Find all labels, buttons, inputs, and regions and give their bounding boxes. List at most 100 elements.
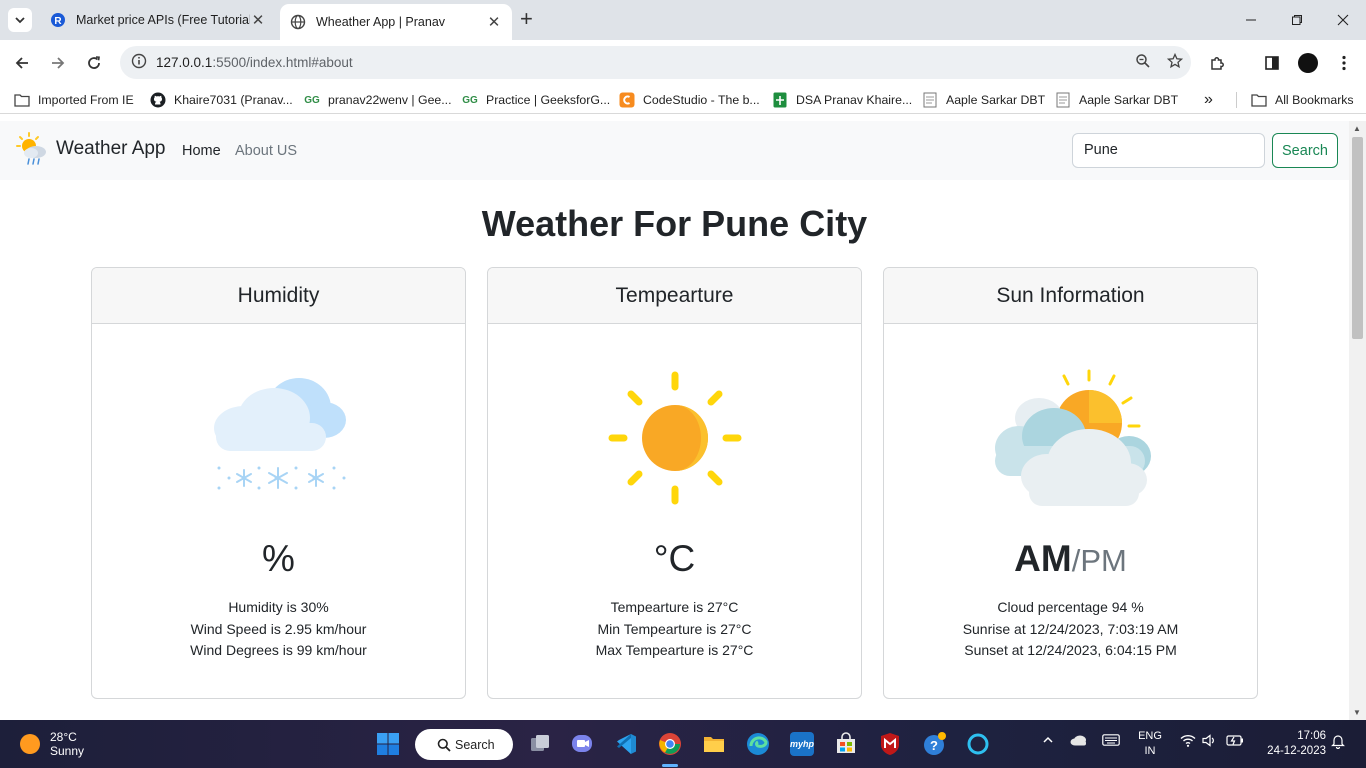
close-tab-icon[interactable]: ✕ bbox=[486, 13, 502, 31]
volume-icon[interactable] bbox=[1202, 734, 1216, 750]
bookmark-geeksforgeeks-practice[interactable]: GG Practice | GeeksforG... bbox=[462, 90, 610, 110]
svg-text:R: R bbox=[54, 16, 62, 27]
bookmark-label: pranav22wenv | Gee... bbox=[328, 93, 452, 107]
page-scrollbar[interactable]: ▲ ▼ bbox=[1349, 121, 1366, 720]
sheets-icon bbox=[772, 92, 788, 108]
notifications-icon[interactable] bbox=[1331, 734, 1345, 752]
search-button[interactable]: Search bbox=[1272, 133, 1338, 168]
detail-line: Min Tempearture is 27°C bbox=[597, 620, 752, 637]
system-clock[interactable]: 17:06 24-12-2023 bbox=[1256, 729, 1326, 759]
more-bookmarks-icon[interactable]: » bbox=[1204, 90, 1213, 110]
zoom-icon[interactable] bbox=[1127, 53, 1159, 73]
site-info-icon[interactable] bbox=[122, 53, 156, 72]
all-bookmarks-button[interactable]: All Bookmarks bbox=[1251, 90, 1354, 110]
chrome-icon[interactable] bbox=[658, 732, 682, 756]
tab-title: Market price APIs (Free Tutorial bbox=[76, 13, 250, 27]
weather-logo-icon bbox=[16, 132, 46, 165]
browser-tab-weather-app[interactable]: Wheather App | Pranav ✕ bbox=[280, 4, 512, 40]
page-viewport: Weather App Home About US Pune Search We… bbox=[0, 121, 1349, 720]
teams-chat-icon[interactable] bbox=[570, 732, 594, 756]
profile-avatar[interactable] bbox=[1296, 51, 1320, 75]
windows-start-icon[interactable] bbox=[376, 732, 400, 756]
temperature-value: °C bbox=[653, 538, 696, 579]
onedrive-icon[interactable] bbox=[1070, 734, 1088, 749]
detail-line: Sunset at 12/24/2023, 6:04:15 PM bbox=[964, 642, 1177, 658]
battery-icon[interactable] bbox=[1226, 734, 1244, 750]
mcafee-icon[interactable] bbox=[878, 732, 902, 756]
bookmark-label: All Bookmarks bbox=[1275, 93, 1354, 107]
site-navbar: Weather App Home About US Pune Search bbox=[0, 121, 1349, 180]
file-explorer-icon[interactable] bbox=[702, 732, 726, 756]
folder-icon bbox=[1251, 92, 1267, 108]
tab-title: Wheather App | Pranav bbox=[316, 15, 446, 29]
scroll-down-icon[interactable]: ▼ bbox=[1353, 708, 1361, 717]
browser-toolbar: 127.0.0.1:5500/index.html#about bbox=[0, 40, 1366, 86]
show-hidden-icons-icon[interactable] bbox=[1042, 734, 1054, 749]
get-help-icon[interactable]: ? bbox=[922, 732, 946, 756]
edge-icon[interactable] bbox=[746, 732, 770, 756]
bookmark-aaple-sarkar-1[interactable]: Aaple Sarkar DBT bbox=[922, 90, 1045, 110]
restore-window-icon[interactable] bbox=[1274, 0, 1320, 40]
temperature-card: Tempearture °C Tempearture is 27°C Min T… bbox=[487, 267, 862, 699]
bookmark-aaple-sarkar-2[interactable]: Aaple Sarkar DBT bbox=[1055, 90, 1178, 110]
humidity-details: Humidity is 30% Wind Speed is 2.95 km/ho… bbox=[92, 597, 465, 662]
geeksforgeeks-icon: GG bbox=[304, 94, 320, 106]
city-search-input[interactable]: Pune bbox=[1072, 133, 1265, 168]
page-icon bbox=[1055, 92, 1071, 108]
bookmarks-divider bbox=[1236, 92, 1237, 108]
clock-date: 24-12-2023 bbox=[1267, 745, 1326, 757]
url-text: 127.0.0.1:5500/index.html#about bbox=[156, 55, 353, 70]
address-bar[interactable]: 127.0.0.1:5500/index.html#about bbox=[120, 46, 1191, 79]
side-panel-icon[interactable] bbox=[1260, 51, 1284, 75]
vscode-icon[interactable] bbox=[614, 732, 638, 756]
wifi-icon[interactable] bbox=[1180, 734, 1196, 750]
windows-taskbar: 28°C Sunny Search myhp ? ENG IN 17:06 24… bbox=[0, 720, 1366, 768]
forward-icon[interactable] bbox=[46, 51, 70, 75]
tab-search-button[interactable] bbox=[8, 8, 32, 32]
geeksforgeeks-icon: GG bbox=[462, 94, 478, 106]
globe-favicon-icon bbox=[290, 14, 306, 30]
input-language-indicator[interactable]: ENG IN bbox=[1136, 729, 1164, 759]
clock-time: 17:06 bbox=[1297, 730, 1326, 742]
page-icon bbox=[922, 92, 938, 108]
minimize-window-icon[interactable] bbox=[1228, 0, 1274, 40]
taskbar-search-box[interactable]: Search bbox=[415, 729, 513, 760]
weather-desc: Sunny bbox=[50, 744, 85, 758]
cortana-icon[interactable] bbox=[966, 732, 990, 756]
page-title: Weather For Pune City bbox=[481, 203, 868, 244]
myhp-icon[interactable]: myhp bbox=[790, 732, 814, 756]
touch-keyboard-icon[interactable] bbox=[1102, 734, 1120, 749]
browser-menu-icon[interactable] bbox=[1332, 51, 1356, 75]
new-tab-icon[interactable]: + bbox=[520, 8, 533, 30]
active-app-indicator bbox=[662, 764, 678, 767]
bookmark-imported-from-ie[interactable]: Imported From IE bbox=[14, 90, 134, 110]
detail-line: Sunrise at 12/24/2023, 7:03:19 AM bbox=[962, 620, 1179, 637]
sun-icon bbox=[488, 370, 861, 506]
close-tab-icon[interactable]: ✕ bbox=[250, 11, 266, 29]
nav-home-link[interactable]: Home bbox=[182, 143, 221, 159]
bookmark-geeksforgeeks-profile[interactable]: GG pranav22wenv | Gee... bbox=[304, 90, 452, 110]
bookmark-github[interactable]: Khaire7031 (Pranav... bbox=[150, 90, 293, 110]
close-window-icon[interactable] bbox=[1320, 0, 1366, 40]
task-view-icon[interactable] bbox=[528, 732, 552, 756]
bookmark-dsa-sheet[interactable]: DSA Pranav Khaire... bbox=[772, 90, 912, 110]
codestudio-icon bbox=[619, 92, 635, 108]
back-icon[interactable] bbox=[10, 51, 34, 75]
browser-tab-market-price[interactable]: R Market price APIs (Free Tutorial ✕ bbox=[40, 0, 276, 40]
bookmark-codestudio[interactable]: CodeStudio - The b... bbox=[619, 90, 760, 110]
scrollbar-thumb[interactable] bbox=[1352, 137, 1363, 339]
bookmark-label: Aaple Sarkar DBT bbox=[946, 93, 1046, 107]
microsoft-store-icon[interactable] bbox=[834, 732, 858, 756]
bookmark-label: Imported From IE bbox=[38, 93, 134, 107]
extensions-icon[interactable] bbox=[1206, 51, 1230, 75]
sun-information-card: Sun Information AM/PM Cloud percentage 9… bbox=[883, 267, 1258, 699]
detail-line: Max Tempearture is 27°C bbox=[595, 642, 754, 658]
partly-cloudy-icon bbox=[884, 368, 1257, 510]
nav-about-link[interactable]: About US bbox=[235, 143, 297, 159]
taskbar-weather-widget[interactable]: 28°C Sunny bbox=[20, 730, 84, 758]
bookmark-star-icon[interactable] bbox=[1159, 52, 1191, 73]
reload-icon[interactable] bbox=[82, 51, 106, 75]
scroll-up-icon[interactable]: ▲ bbox=[1353, 124, 1361, 133]
navbar-brand[interactable]: Weather App bbox=[16, 131, 166, 167]
search-label: Search bbox=[455, 737, 495, 752]
